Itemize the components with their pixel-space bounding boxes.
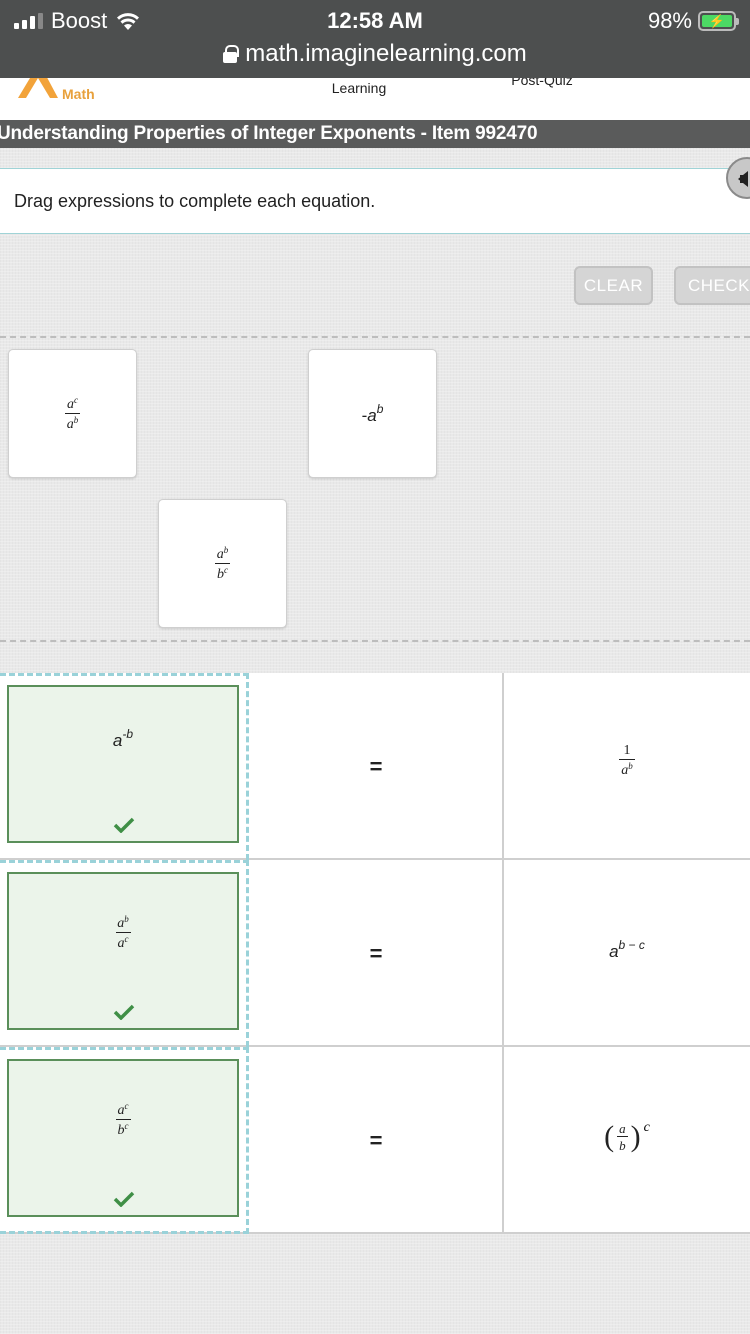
check-icon (113, 1191, 135, 1207)
expression-fraction: ac bc (115, 1101, 131, 1138)
placed-answer[interactable]: ac bc (7, 1059, 239, 1217)
equation-rhs: 1 ab (504, 673, 750, 860)
drop-zone[interactable]: ab ac (0, 860, 249, 1047)
drop-zone-bottom-border (0, 1231, 249, 1234)
spacer (0, 148, 750, 168)
draggable-tile[interactable]: -ab (308, 349, 437, 478)
expression-power: ab − c (609, 937, 645, 961)
tile-bank-top-divider (0, 336, 750, 338)
url-text[interactable]: math.imaginelearning.com (245, 40, 526, 68)
speaker-icon (738, 171, 748, 187)
check-icon (113, 817, 135, 833)
equation-row: a-b = 1 ab (0, 673, 750, 860)
drop-zone[interactable]: ac bc (0, 1047, 249, 1234)
instructions: Drag expressions to complete each equati… (0, 168, 750, 234)
equation-row: ab ac = ab − c (0, 860, 750, 1047)
browser-status-bar: Boost 12:58 AM 98% ⚡ math.imaginelearnin… (0, 0, 750, 78)
battery-icon: ⚡ (698, 11, 739, 31)
equals-sign: = (369, 940, 383, 966)
equation-rhs: ab − c (504, 860, 750, 1047)
status-right: 98% ⚡ (647, 6, 739, 36)
battery-percent: 98% (647, 8, 692, 33)
page-title: Understanding Properties of Integer Expo… (0, 123, 538, 144)
expression-fraction: ac ab (64, 394, 81, 432)
lock-icon (223, 45, 240, 63)
expression-power: a-b (112, 727, 134, 750)
drop-zone[interactable]: a-b (0, 673, 249, 860)
equation-row: ac bc = ( a b ) c (0, 1047, 750, 1234)
address-bar[interactable]: math.imaginelearning.com (0, 38, 750, 70)
equals-sign: = (369, 1127, 383, 1153)
clear-button[interactable]: CLEAR (574, 266, 653, 305)
check-icon (113, 1004, 135, 1020)
page-title-bar: Understanding Properties of Integer Expo… (0, 120, 750, 148)
placed-answer[interactable]: ab ac (7, 872, 239, 1030)
logo-text: Math (62, 86, 95, 102)
equals-sign: = (369, 753, 383, 779)
tile-bank-bottom-divider (0, 640, 750, 642)
placed-answer[interactable]: a-b (7, 685, 239, 843)
expression-paren-power: ( a b ) c (604, 1119, 650, 1153)
draggable-tile[interactable]: ac ab (8, 349, 137, 478)
equation-table: a-b = 1 ab ab ac = ab − c ac bc = (a b … (0, 673, 750, 1234)
nav-guided-learning[interactable]: Learning (328, 80, 390, 96)
clock: 12:58 AM (327, 8, 423, 33)
expression-fraction: ab bc (215, 544, 230, 582)
expression-fraction: ab ac (115, 914, 131, 951)
expression-power: -ab (361, 401, 384, 425)
expression-fraction: 1 ab (619, 742, 635, 778)
draggable-tile[interactable]: ab bc (158, 499, 287, 628)
check-button[interactable]: CHECK (674, 266, 750, 305)
equation-rhs: ( a b ) c (504, 1047, 750, 1234)
